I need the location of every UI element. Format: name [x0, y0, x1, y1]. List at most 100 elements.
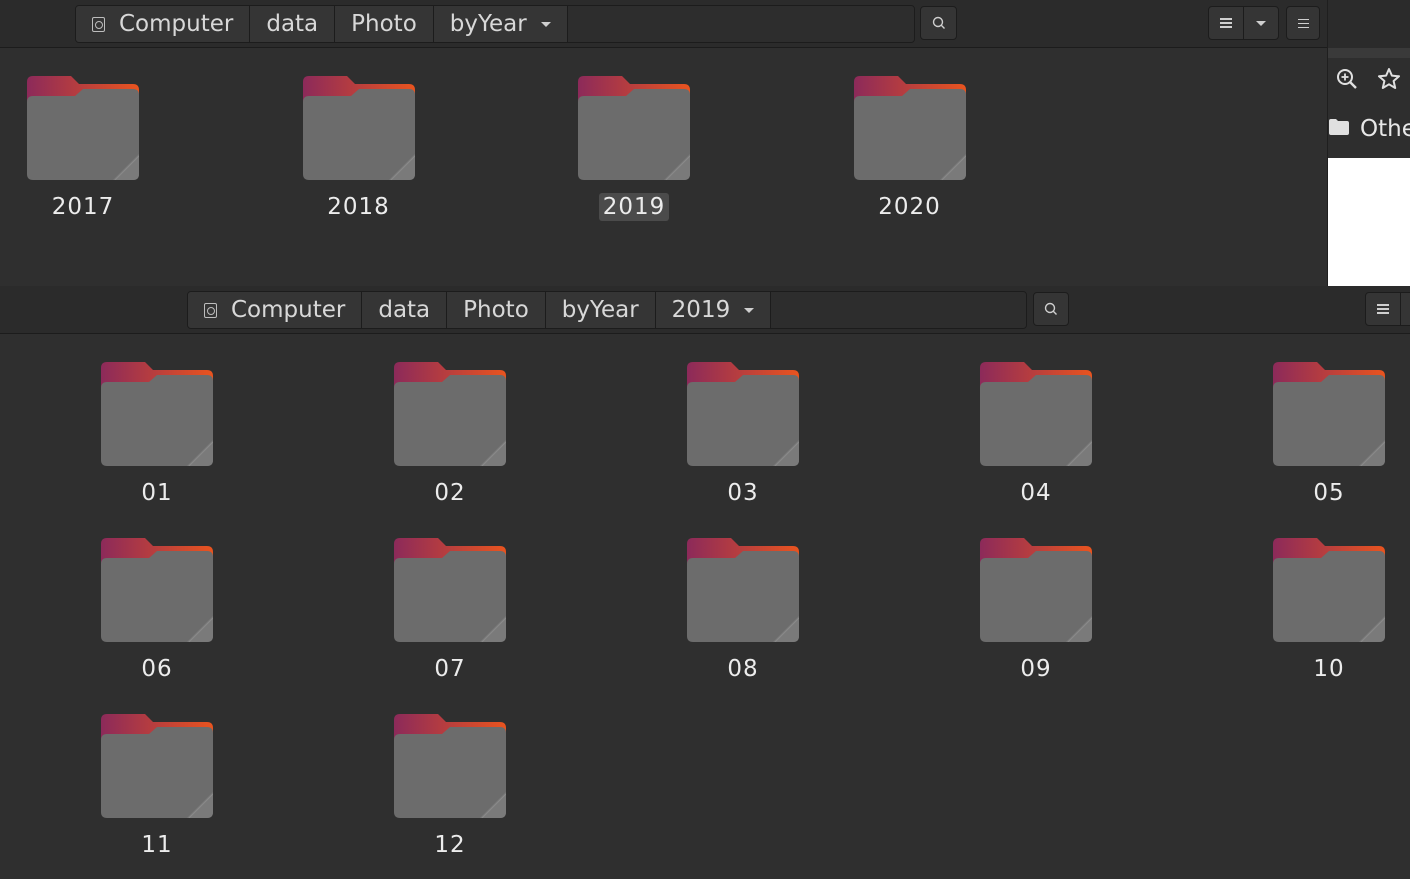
- folder-icon: [853, 76, 966, 180]
- folder-label-text: 02: [434, 480, 466, 506]
- breadcrumb-data[interactable]: data: [250, 6, 336, 42]
- folder-item[interactable]: 11: [57, 714, 257, 874]
- list-view-button[interactable]: [1208, 6, 1244, 40]
- drive-icon: [204, 302, 217, 318]
- folder-label-text: 05: [1313, 480, 1345, 506]
- breadcrumb-byyear[interactable]: byYear: [433, 6, 568, 42]
- folder-label-text: 07: [434, 656, 466, 682]
- folder-label: 10: [1229, 656, 1410, 682]
- hamburger-menu-icon: [1297, 18, 1309, 28]
- folder-icon: [394, 538, 506, 642]
- folder-label: 12: [350, 832, 550, 858]
- path-bar: Computer data Photo byYear: [75, 5, 915, 43]
- folder-item[interactable]: 05: [1229, 362, 1410, 522]
- folder-icon: [394, 714, 506, 818]
- star-icon[interactable]: [1368, 58, 1410, 100]
- folder-item[interactable]: 2018: [259, 76, 459, 236]
- bookmark-folder-label[interactable]: Othe: [1360, 116, 1410, 142]
- folder-icon: [101, 538, 213, 642]
- breadcrumb-photo[interactable]: Photo: [447, 292, 546, 328]
- folder-label-text: 09: [1020, 656, 1052, 682]
- folder-label-text: 01: [141, 480, 173, 506]
- folder-item[interactable]: 01: [57, 362, 257, 522]
- list-view-button[interactable]: [1365, 292, 1401, 326]
- folder-label: 03: [643, 480, 843, 506]
- folder-icon: [1273, 538, 1385, 642]
- folder-icon: [687, 538, 799, 642]
- folder-icon: [1328, 118, 1350, 140]
- folder-label-text: 2020: [878, 194, 941, 220]
- folder-label: 06: [57, 656, 257, 682]
- folder-item[interactable]: 07: [350, 538, 550, 698]
- folder-label-text: 03: [727, 480, 759, 506]
- folder-item[interactable]: 03: [643, 362, 843, 522]
- folder-item[interactable]: 08: [643, 538, 843, 698]
- folder-label-text: 06: [141, 656, 173, 682]
- folder-icon: [980, 538, 1092, 642]
- menu-button[interactable]: [1286, 6, 1320, 40]
- folder-item[interactable]: 02: [350, 362, 550, 522]
- folder-item[interactable]: 06: [57, 538, 257, 698]
- breadcrumb-computer[interactable]: Computer: [188, 292, 363, 328]
- folder-icon: [578, 76, 690, 180]
- chevron-down-icon: [744, 307, 755, 313]
- file-manager-window-byyear: Computer data Photo byYear 2017 2018 2019 2…: [0, 0, 1328, 286]
- zoom-in-icon[interactable]: [1326, 58, 1368, 100]
- folder-label: 09: [936, 656, 1136, 682]
- headerbar: Computer data Photo byYear: [0, 0, 1327, 48]
- bookmarks-bar: Othe: [1326, 100, 1410, 158]
- folder-label: 05: [1229, 480, 1410, 506]
- folder-item[interactable]: 2019: [534, 76, 734, 236]
- folder-label-text: 2019: [598, 193, 670, 221]
- folder-label-text: 12: [434, 832, 466, 858]
- breadcrumb-byyear[interactable]: byYear: [545, 292, 656, 328]
- search-button[interactable]: [920, 6, 957, 40]
- folder-label: 08: [643, 656, 843, 682]
- path-bar-fill: [771, 292, 1026, 328]
- folder-label: 2019: [534, 193, 734, 221]
- folder-label: 2018: [259, 194, 459, 220]
- chevron-down-icon: [1256, 20, 1266, 26]
- search-icon: [1044, 302, 1057, 315]
- folder-label-text: 11: [141, 832, 173, 858]
- folder-icon: [101, 714, 213, 818]
- browser-page-content: [1326, 158, 1410, 288]
- background-browser-window: Othe: [1326, 0, 1410, 288]
- path-bar: Computer data Photo byYear 2019: [187, 291, 1027, 329]
- breadcrumb-photo[interactable]: Photo: [335, 6, 434, 42]
- folder-label: 11: [57, 832, 257, 858]
- path-bar-fill: [567, 6, 914, 42]
- folder-label-text: 2017: [51, 194, 115, 220]
- headerbar: Computer data Photo byYear 2019: [0, 286, 1410, 334]
- folder-label: 02: [350, 480, 550, 506]
- folder-label: 07: [350, 656, 550, 682]
- breadcrumb-data[interactable]: data: [362, 292, 448, 328]
- folder-icon: [687, 362, 799, 466]
- folder-item[interactable]: 2017: [0, 76, 183, 236]
- folder-icon: [302, 76, 415, 180]
- folder-item[interactable]: 04: [936, 362, 1136, 522]
- search-button[interactable]: [1033, 292, 1069, 326]
- folder-label-text: 04: [1020, 480, 1052, 506]
- breadcrumb-computer[interactable]: Computer: [76, 6, 251, 42]
- folder-label: 04: [936, 480, 1136, 506]
- folder-label-text: 10: [1313, 656, 1345, 682]
- folder-label: 2017: [0, 194, 183, 220]
- file-manager-window-2019: Computer data Photo byYear 2019 01 02 03 04…: [0, 286, 1410, 879]
- folder-item[interactable]: 10: [1229, 538, 1410, 698]
- search-icon: [932, 16, 945, 29]
- view-options-button[interactable]: [1400, 292, 1410, 326]
- folder-item[interactable]: 12: [350, 714, 550, 874]
- folder-label: 01: [57, 480, 257, 506]
- folder-item[interactable]: 09: [936, 538, 1136, 698]
- list-view-icon: [1220, 18, 1232, 28]
- drive-icon: [92, 16, 105, 32]
- folder-icon: [27, 76, 139, 180]
- browser-toolbar: [1326, 58, 1410, 100]
- folder-item[interactable]: 2020: [810, 76, 1010, 236]
- folder-icon: [1273, 362, 1385, 466]
- view-options-button[interactable]: [1243, 6, 1279, 40]
- folder-label-text: 08: [727, 656, 759, 682]
- folder-icon: [101, 362, 213, 466]
- breadcrumb-2019[interactable]: 2019: [655, 292, 772, 328]
